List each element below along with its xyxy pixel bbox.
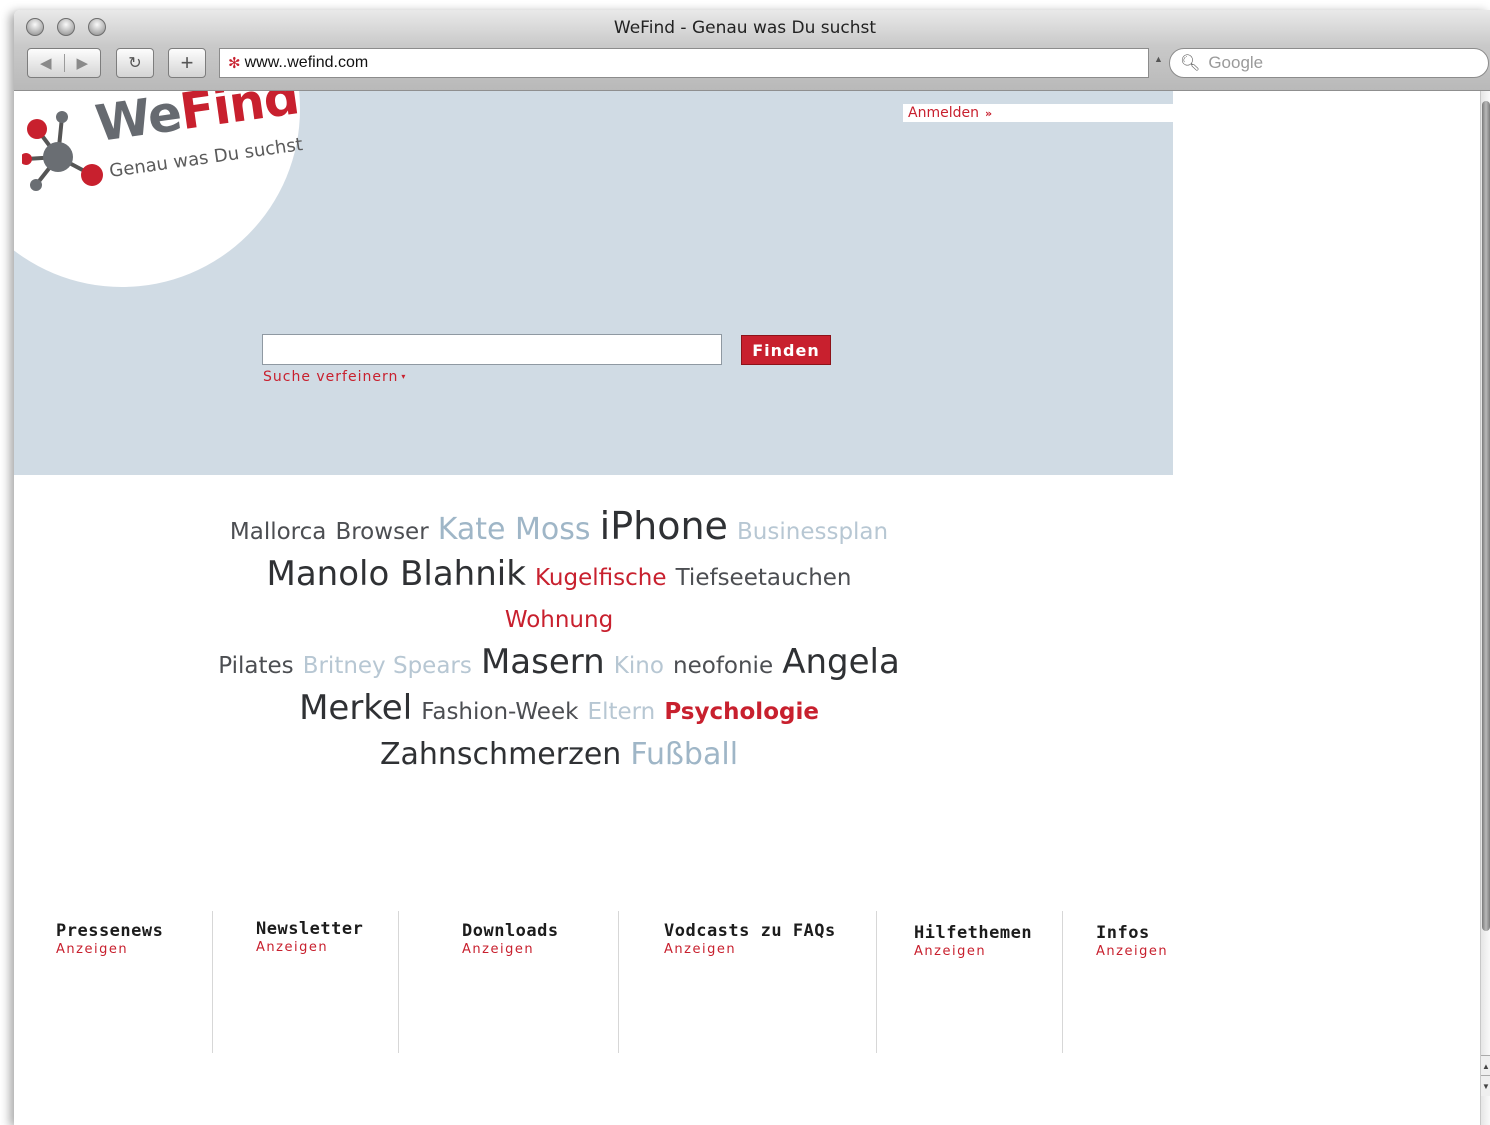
wefind-logo-icon[interactable]	[22, 109, 106, 193]
forward-arrow-icon[interactable]: ▶	[63, 54, 101, 72]
tag-link[interactable]: Eltern	[588, 699, 656, 725]
caret-down-icon: ▾	[401, 372, 407, 381]
tag-link[interactable]: Kugelfische	[535, 565, 667, 591]
find-button[interactable]: Finden	[741, 335, 831, 365]
double-chevron-right-icon: »	[984, 106, 993, 120]
tag-link[interactable]: Fußball	[630, 737, 738, 772]
footer-col-infos: Infos Anzeigen	[1095, 923, 1168, 1063]
plus-icon: +	[180, 50, 194, 75]
refine-search-label: Suche verfeinern	[263, 369, 399, 385]
footer-divider	[618, 911, 619, 1053]
back-forward-buttons: ◀ ▶	[27, 48, 101, 78]
tag-link[interactable]: Masern	[481, 642, 605, 682]
reload-button[interactable]: ↻	[116, 48, 154, 78]
footer-show-link[interactable]: Anzeigen	[56, 942, 163, 957]
footer-divider	[398, 911, 399, 1053]
tag-link[interactable]: Manolo Blahnik	[266, 554, 525, 594]
footer-title: Infos	[1096, 923, 1150, 943]
login-link[interactable]: Anmelden »	[903, 104, 1173, 122]
footer-title: Pressenews	[56, 921, 164, 941]
footer-title: Vodcasts zu FAQs	[664, 921, 836, 941]
footer-col-newsletter: Newsletter Anzeigen	[255, 919, 363, 1059]
footer-show-link[interactable]: Anzeigen	[664, 942, 836, 957]
tag-link[interactable]: Pilates	[218, 653, 293, 679]
tag-link[interactable]: Browser	[335, 519, 428, 545]
address-bar[interactable]: ✻ www..wefind.com	[219, 48, 1149, 78]
refine-search-link[interactable]: Suche verfeinern ▾	[263, 369, 406, 385]
search-icon: 🔍︎	[1180, 55, 1201, 72]
tag-link[interactable]: Tiefseetauchen	[676, 565, 852, 591]
footer-title: Hilfethemen	[914, 923, 1033, 943]
scroll-down-arrow-icon[interactable]: ▼	[1481, 1075, 1490, 1096]
browser-search-placeholder: Google	[1208, 53, 1264, 72]
tag-link[interactable]: Businessplan	[737, 519, 888, 545]
footer-show-link[interactable]: Anzeigen	[256, 940, 363, 955]
address-history-arrow-icon[interactable]: ▲	[1154, 54, 1163, 64]
header-band: WeFind Genau was Du suchst Anmelden » Fi…	[14, 91, 1173, 475]
footer-col-pressenews: Pressenews Anzeigen	[55, 921, 163, 1061]
footer-show-link[interactable]: Anzeigen	[914, 944, 1032, 959]
footer-title: Newsletter	[256, 919, 364, 939]
login-label: Anmelden	[908, 105, 979, 121]
window-title: WeFind - Genau was Du suchst	[613, 18, 877, 38]
tag-link[interactable]: Angela	[782, 642, 900, 682]
tag-link[interactable]: Psychologie	[664, 699, 819, 725]
site-favicon-icon: ✻	[228, 55, 241, 72]
reload-icon: ↻	[128, 55, 142, 72]
footer-divider	[876, 911, 877, 1053]
tag-link[interactable]: Britney Spears	[303, 653, 472, 679]
address-bar-url: www..wefind.com	[244, 54, 369, 71]
footer-divider	[1062, 911, 1063, 1053]
tag-link[interactable]: Kate Moss	[438, 512, 591, 547]
browser-search-field[interactable]: 🔍︎ Google	[1169, 48, 1489, 78]
vertical-scrollbar[interactable]: ▲ ▼	[1480, 91, 1490, 1125]
footer-col-vodcasts: Vodcasts zu FAQs Anzeigen	[663, 921, 836, 1061]
back-arrow-icon[interactable]: ◀	[28, 54, 64, 72]
tag-link[interactable]: Zahnschmerzen	[380, 737, 621, 772]
footer-title: Downloads	[462, 921, 559, 941]
browser-toolbar: WeFind - Genau was Du suchst ◀ ▶ ↻ + ✻ w…	[14, 10, 1490, 91]
tag-link[interactable]: Fashion-Week	[421, 699, 578, 725]
search-input[interactable]	[262, 334, 722, 365]
tag-link[interactable]: Wohnung	[505, 607, 613, 633]
footer-show-link[interactable]: Anzeigen	[1096, 944, 1168, 959]
tag-link[interactable]: Kino	[614, 653, 664, 679]
tag-cloud: Mallorca Browser Kate Moss iPhone Busine…	[214, 506, 904, 779]
scrollbar-thumb[interactable]	[1482, 101, 1490, 931]
tag-link[interactable]: Merkel	[299, 688, 412, 728]
scroll-up-arrow-icon[interactable]: ▲	[1481, 1055, 1490, 1076]
footer-col-hilfethemen: Hilfethemen Anzeigen	[913, 923, 1032, 1063]
tag-link[interactable]: iPhone	[600, 504, 728, 548]
add-bookmark-button[interactable]: +	[168, 48, 206, 78]
footer-col-downloads: Downloads Anzeigen	[461, 921, 559, 1061]
tag-link[interactable]: Mallorca	[230, 519, 326, 545]
footer-show-link[interactable]: Anzeigen	[462, 942, 559, 957]
footer-divider	[212, 911, 213, 1053]
browser-window: WeFind - Genau was Du suchst ◀ ▶ ↻ + ✻ w…	[14, 10, 1490, 1125]
tag-link[interactable]: neofonie	[673, 653, 773, 679]
page-viewport: WeFind Genau was Du suchst Anmelden » Fi…	[14, 91, 1480, 1125]
